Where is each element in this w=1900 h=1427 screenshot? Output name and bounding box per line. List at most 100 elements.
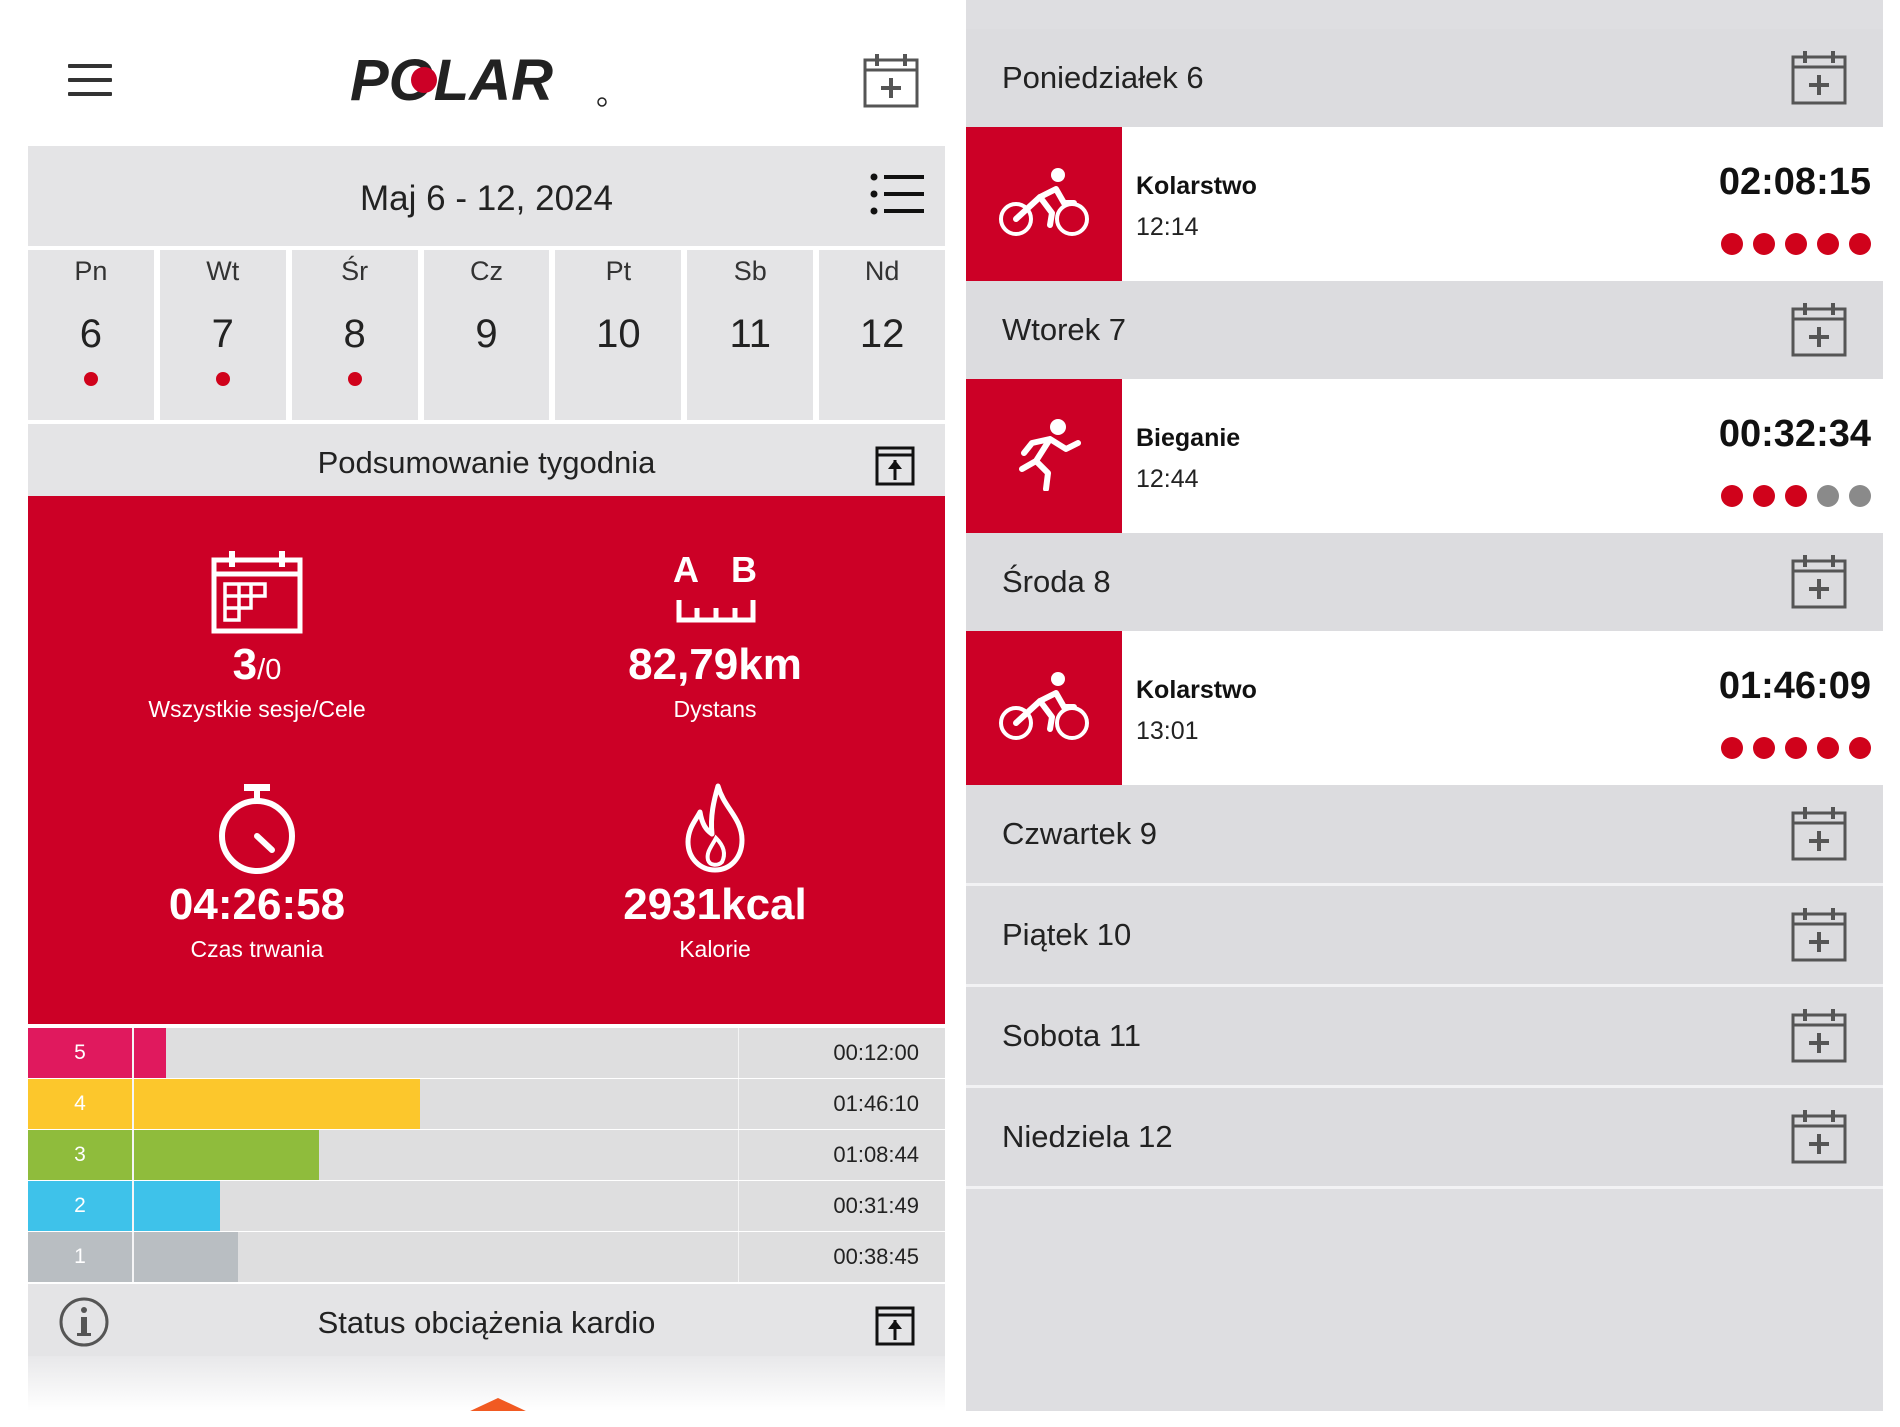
zone-bar (134, 1181, 220, 1231)
distance-value: 82,79km (628, 640, 802, 689)
day-cell[interactable]: Cz 9 (423, 250, 550, 420)
svg-text:B: B (731, 549, 757, 590)
calendar-plus-icon[interactable] (1790, 49, 1848, 107)
calendar-plus-icon[interactable] (1790, 906, 1848, 964)
logo-text: POLAR (350, 50, 553, 110)
day-name: Pt (605, 256, 632, 286)
sport-name: Bieganie (1136, 424, 1241, 452)
sport-tile (966, 127, 1122, 281)
cardio-gauge-peek (468, 1398, 528, 1411)
calendar-plus-icon[interactable] (862, 52, 920, 110)
calendar-plus-icon[interactable] (1790, 1007, 1848, 1065)
day-date: 9 (475, 312, 498, 356)
day-header: Piątek 10 (966, 886, 1883, 984)
day-name: Cz (470, 256, 503, 286)
cardio-load-header: Status obciążenia kardio (28, 1284, 945, 1356)
zone-row: 5 00:12:00 (28, 1028, 945, 1078)
svg-text:A: A (673, 549, 699, 590)
zone-bar (134, 1079, 420, 1129)
intensity-dot (1721, 233, 1743, 255)
session-duration: 02:08:15 (1718, 161, 1871, 203)
day-name: Sb (733, 256, 767, 286)
zone-row: 3 01:08:44 (28, 1130, 945, 1180)
zone-bar (134, 1028, 166, 1078)
intensity-dot (1753, 737, 1775, 759)
zone-row: 4 01:46:10 (28, 1079, 945, 1129)
calories-label: Kalorie (679, 936, 751, 962)
day-cell[interactable]: Wt 7 (159, 250, 286, 420)
zone-number: 3 (28, 1130, 132, 1180)
day-label: Sobota 11 (1002, 1018, 1142, 1053)
day-cell[interactable]: Pn 6 (28, 250, 154, 420)
day-cell[interactable]: Pt 10 (555, 250, 682, 420)
zone-row: 1 00:38:45 (28, 1232, 945, 1282)
calendar-plus-icon[interactable] (1790, 805, 1848, 863)
calendar-plus-icon[interactable] (1790, 553, 1848, 611)
list-icon[interactable] (870, 172, 924, 216)
day-name: Wt (206, 256, 240, 286)
intensity-dot (1785, 233, 1807, 255)
cardio-load-title: Status obciążenia kardio (317, 1305, 656, 1340)
intensity-dots (1721, 485, 1871, 507)
intensity-dot (1785, 737, 1807, 759)
day-cell[interactable]: Nd 12 (819, 250, 945, 420)
day-cell[interactable]: Śr 8 (291, 250, 418, 420)
day-header: Czwartek 9 (966, 785, 1883, 883)
zone-bar (134, 1232, 238, 1282)
intensity-dot (1849, 485, 1871, 507)
start-time: 13:01 (1136, 717, 1199, 745)
zone-time: 00:31:49 (833, 1193, 919, 1218)
export-icon[interactable] (875, 1306, 915, 1346)
intensity-dot (1817, 233, 1839, 255)
zone-number: 1 (28, 1232, 132, 1282)
zone-gridline (738, 1028, 739, 1078)
calendar-plus-icon[interactable] (1790, 301, 1848, 359)
intensity-dot (1721, 737, 1743, 759)
intensity-dots (1721, 737, 1871, 759)
zone-row: 2 00:31:49 (28, 1181, 945, 1231)
calories-stat: 2931kcal Kalorie (486, 782, 944, 963)
zone-gridline (738, 1181, 739, 1231)
day-label: Środa 8 (1002, 564, 1111, 599)
intensity-dot (1817, 737, 1839, 759)
cycling-icon (996, 167, 1092, 239)
hamburger-icon[interactable] (68, 64, 112, 98)
distance-ab-icon: A B (673, 549, 757, 623)
day-date: 7 (211, 312, 234, 356)
intensity-dot (1753, 233, 1775, 255)
training-session[interactable]: Kolarstwo 13:01 01:46:09 (966, 631, 1883, 785)
calendar-plus-icon[interactable] (1790, 1108, 1848, 1166)
day-cell[interactable]: Sb 11 (687, 250, 814, 420)
sport-name: Kolarstwo (1136, 172, 1257, 200)
day-label: Piątek 10 (1002, 917, 1132, 952)
duration-value: 04:26:58 (168, 880, 346, 929)
day-name: Śr (341, 256, 369, 286)
calories-value: 2931kcal (623, 880, 807, 929)
training-session[interactable]: Kolarstwo 12:14 02:08:15 (966, 127, 1883, 281)
zone-gridline (738, 1130, 739, 1180)
zone-gridline (738, 1079, 739, 1129)
week-range-label: Maj 6 - 12, 2024 (360, 179, 613, 218)
day-date: 10 (596, 312, 641, 356)
export-icon[interactable] (875, 446, 915, 486)
day-date: 6 (79, 312, 103, 356)
zone-time: 00:12:00 (833, 1040, 919, 1065)
cycling-icon (996, 671, 1092, 743)
day-header: Wtorek 7 (966, 281, 1883, 379)
intensity-dot (1849, 233, 1871, 255)
day-date: 8 (343, 312, 366, 356)
zone-time: 01:46:10 (833, 1091, 919, 1116)
duration-stat: 04:26:58 Czas trwania (28, 782, 486, 963)
distance-label: Dystans (673, 696, 757, 722)
zone-time: 01:08:44 (833, 1142, 919, 1167)
week-days-row: Pn 6 Wt 7 Śr 8 Cz 9 Pt 10 Sb 11 Nd 12 (28, 250, 945, 420)
flame-icon (685, 783, 745, 873)
sessions-goal: /0 (257, 654, 282, 686)
intensity-dot (1785, 485, 1807, 507)
week-range-bar[interactable]: Maj 6 - 12, 2024 (28, 146, 945, 246)
training-session[interactable]: Bieganie 12:44 00:32:34 (966, 379, 1883, 533)
day-header: Środa 8 (966, 533, 1883, 631)
top-bar: POLAR (28, 0, 945, 146)
intensity-dot (1849, 737, 1871, 759)
distance-stat: A B 82,79km Dystans (486, 548, 944, 723)
